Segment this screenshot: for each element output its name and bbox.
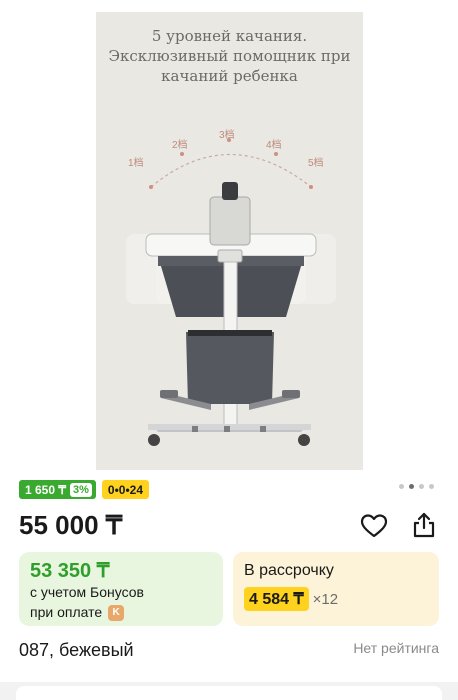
product-variant: 087, бежевый — [19, 640, 134, 660]
level-label: 4档 — [266, 140, 282, 151]
installment-card[interactable]: В рассрочку 4 584 ₸ ×12 — [233, 552, 439, 626]
rating-status[interactable]: Нет рейтинга — [353, 640, 439, 656]
bonus-note-line1: с учетом Бонусов — [30, 584, 144, 600]
next-card-top — [16, 686, 442, 700]
bonus-note-text: при оплате — [30, 604, 103, 620]
carousel-dot-active[interactable] — [409, 484, 414, 489]
carousel-indicator — [399, 484, 434, 489]
installment-row: 4 584 ₸ ×12 — [244, 587, 428, 611]
next-section-edge — [0, 682, 458, 700]
bonus-note-line2: при оплате K — [30, 603, 212, 622]
installment-multiplier: ×12 — [312, 590, 339, 608]
carousel-dot[interactable] — [399, 484, 404, 489]
installment-badge[interactable]: 0•0•24 — [101, 480, 150, 499]
image-caption: 5 уровней качания. Эксклюзивный помощник… — [96, 26, 363, 86]
bonus-badge[interactable]: 1 650 ₸ 3% — [19, 480, 96, 499]
level-label: 3档 — [219, 130, 235, 141]
level-label: 5档 — [308, 158, 324, 169]
caption-line: Эксклюзивный помощник при — [108, 47, 351, 65]
kaspi-icon: K — [108, 604, 125, 621]
share-icon — [413, 512, 435, 538]
badge-row: 1 650 ₸ 3% 0•0•24 — [19, 480, 150, 499]
favorite-button[interactable] — [360, 513, 388, 539]
carousel-dot[interactable] — [429, 484, 434, 489]
share-button[interactable] — [410, 511, 438, 539]
carousel-dot[interactable] — [419, 484, 424, 489]
installment-title: В рассрочку — [244, 562, 334, 579]
product-price: 55 000 ₸ — [19, 510, 123, 540]
caption-line: качаний ребенка — [161, 67, 298, 85]
heart-icon — [360, 514, 388, 538]
bonus-price: 53 350 ₸ — [30, 560, 110, 582]
level-label: 2档 — [172, 140, 188, 151]
level-label: 1档 — [128, 158, 144, 169]
bonus-badge-amount: 1 650 ₸ — [25, 482, 66, 497]
bonus-price-card[interactable]: 53 350 ₸ с учетом Бонусов при оплате K — [19, 552, 223, 626]
caption-line: 5 уровней качания. — [151, 27, 308, 45]
installment-monthly: 4 584 ₸ — [244, 587, 309, 611]
bonus-badge-percent: 3% — [70, 482, 92, 497]
product-image[interactable]: 5 уровней качания. Эксклюзивный помощник… — [96, 12, 363, 470]
